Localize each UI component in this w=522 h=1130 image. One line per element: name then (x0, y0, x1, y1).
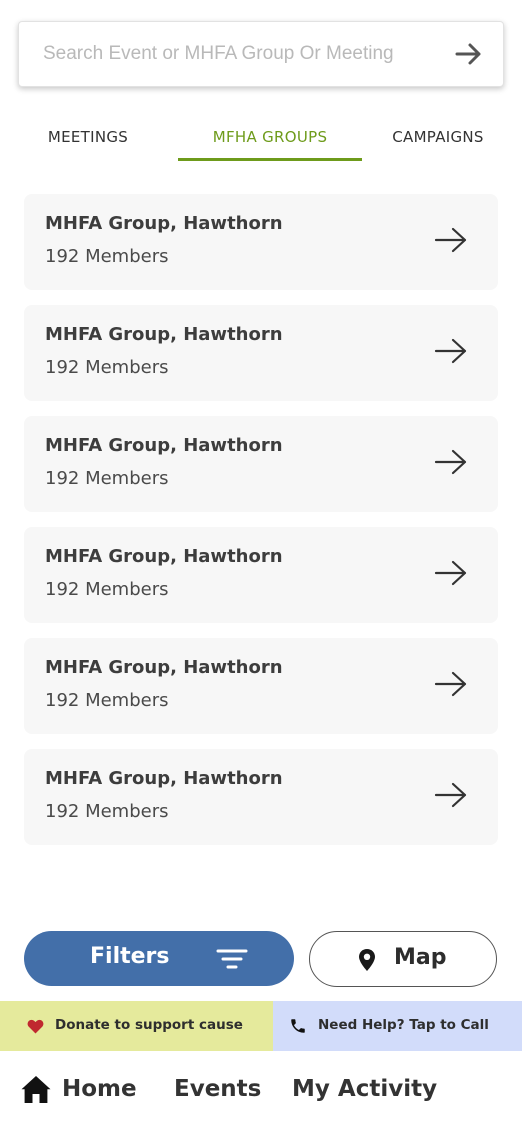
home-icon[interactable] (20, 1074, 52, 1104)
group-members: 192 Members (45, 801, 169, 822)
active-tab-indicator (178, 158, 362, 161)
filters-label: Filters (90, 944, 170, 969)
group-name: MHFA Group, Hawthorn (45, 324, 283, 345)
map-pin-icon (359, 949, 375, 971)
group-card[interactable]: MHFA Group, Hawthorn 192 Members (24, 305, 498, 401)
group-members: 192 Members (45, 579, 169, 600)
search-box (18, 21, 504, 87)
arrow-right-icon[interactable] (434, 782, 468, 808)
group-name: MHFA Group, Hawthorn (45, 546, 283, 567)
tab-mfha-groups[interactable]: MFHA GROUPS (178, 118, 362, 162)
phone-icon (291, 1019, 305, 1033)
arrow-right-icon[interactable] (455, 42, 483, 66)
group-name: MHFA Group, Hawthorn (45, 657, 283, 678)
group-name: MHFA Group, Hawthorn (45, 213, 283, 234)
bottom-nav: Home Events My Activity (0, 1052, 522, 1130)
nav-events[interactable]: Events (174, 1076, 261, 1102)
arrow-right-icon[interactable] (434, 338, 468, 364)
arrow-right-icon[interactable] (434, 449, 468, 475)
group-card[interactable]: MHFA Group, Hawthorn 192 Members (24, 416, 498, 512)
filter-icon (216, 949, 248, 969)
tab-meetings[interactable]: MEETINGS (20, 118, 156, 162)
tab-bar: MEETINGS MFHA GROUPS CAMPAIGNS (0, 118, 522, 164)
donate-banner[interactable]: Donate to support cause (0, 1001, 273, 1051)
group-members: 192 Members (45, 246, 169, 267)
map-button[interactable]: Map (309, 931, 497, 987)
nav-my-activity[interactable]: My Activity (292, 1076, 437, 1102)
search-input[interactable] (43, 22, 443, 86)
tab-campaigns[interactable]: CAMPAIGNS (372, 118, 504, 162)
group-card[interactable]: MHFA Group, Hawthorn 192 Members (24, 749, 498, 845)
map-label: Map (394, 945, 447, 970)
filters-button[interactable]: Filters (24, 931, 294, 986)
arrow-right-icon[interactable] (434, 227, 468, 253)
arrow-right-icon[interactable] (434, 560, 468, 586)
group-card[interactable]: MHFA Group, Hawthorn 192 Members (24, 638, 498, 734)
group-card[interactable]: MHFA Group, Hawthorn 192 Members (24, 194, 498, 290)
group-members: 192 Members (45, 468, 169, 489)
donate-label: Donate to support cause (55, 1017, 243, 1033)
group-members: 192 Members (45, 357, 169, 378)
group-card[interactable]: MHFA Group, Hawthorn 192 Members (24, 527, 498, 623)
group-name: MHFA Group, Hawthorn (45, 435, 283, 456)
nav-home[interactable]: Home (62, 1076, 137, 1102)
heart-icon (27, 1019, 44, 1034)
group-name: MHFA Group, Hawthorn (45, 768, 283, 789)
help-label: Need Help? Tap to Call (318, 1017, 489, 1033)
group-members: 192 Members (45, 690, 169, 711)
help-call-banner[interactable]: Need Help? Tap to Call (273, 1001, 522, 1051)
arrow-right-icon[interactable] (434, 671, 468, 697)
